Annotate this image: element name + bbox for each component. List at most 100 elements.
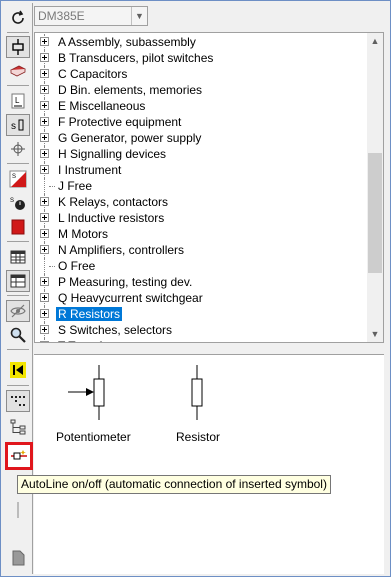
terminal-button[interactable]: s — [6, 114, 30, 136]
tree-item[interactable]: T Transformers — [35, 338, 368, 342]
book-icon — [10, 65, 26, 77]
tree-item[interactable]: H Signalling devices — [35, 146, 368, 162]
tree-item-label: S Switches, selectors — [58, 323, 173, 337]
potentiometer-label: Potentiometer — [56, 430, 131, 444]
tree-item[interactable]: I Instrument — [35, 162, 368, 178]
page-icon — [12, 550, 25, 566]
expand-plus-icon[interactable] — [40, 229, 49, 238]
tree-item[interactable]: Q Heavycurrent switchgear — [35, 290, 368, 306]
tree-item[interactable]: C Capacitors — [35, 66, 368, 82]
expand-plus-icon[interactable] — [40, 277, 49, 286]
expand-plus-icon[interactable] — [40, 53, 49, 62]
expand-plus-icon[interactable] — [40, 325, 49, 334]
database-select[interactable]: DM385E ▼ — [34, 6, 148, 26]
tree-item[interactable]: A Assembly, subassembly — [35, 34, 368, 50]
expand-plus-icon[interactable] — [40, 197, 49, 206]
list-view-button[interactable] — [6, 270, 30, 292]
expand-plus-icon[interactable] — [40, 85, 49, 94]
tree-item[interactable]: R Resistors — [35, 306, 368, 322]
tree-item-label: R Resistors — [56, 307, 123, 321]
tree-vertical-scrollbar[interactable]: ▲ ▼ — [367, 33, 383, 342]
tree-item[interactable]: J Free — [35, 178, 368, 194]
tree-item-label: A Assembly, subassembly — [58, 35, 196, 49]
symbol-clock-button[interactable]: S — [6, 192, 30, 214]
magnifier-icon — [10, 327, 26, 343]
hide-button[interactable] — [6, 300, 30, 322]
terminal-icon: s — [11, 119, 24, 132]
expand-plus-icon[interactable] — [40, 165, 49, 174]
tree-dots-button[interactable] — [6, 390, 30, 412]
expand-plus-icon[interactable] — [40, 341, 49, 342]
search-button[interactable] — [6, 324, 30, 346]
tree-item-label: C Capacitors — [58, 67, 128, 81]
library-book-button[interactable] — [6, 60, 30, 82]
svg-text:S: S — [12, 174, 16, 180]
expand-plus-icon[interactable] — [40, 149, 49, 158]
tree-item-label: B Transducers, pilot switches — [58, 51, 214, 65]
autoline-toggle-button[interactable] — [5, 442, 33, 470]
red-block-button[interactable] — [6, 216, 30, 238]
tree-item[interactable]: O Free — [35, 258, 368, 274]
expand-plus-icon[interactable] — [40, 117, 49, 126]
tree-item[interactable]: P Measuring, testing dev. — [35, 274, 368, 290]
scroll-thumb[interactable] — [368, 153, 382, 273]
autoline-tooltip: AutoLine on/off (automatic connection of… — [17, 475, 331, 494]
dots-tree-icon — [11, 396, 25, 406]
tree-item-label: M Motors — [58, 227, 109, 241]
symbol-preview-area: Potentiometer Resistor — [34, 354, 384, 574]
first-item-button[interactable] — [6, 359, 30, 381]
tree-item[interactable]: B Transducers, pilot switches — [35, 50, 368, 66]
expand-plus-icon[interactable] — [40, 101, 49, 110]
expand-plus-icon[interactable] — [40, 213, 49, 222]
potentiometer-symbol[interactable]: Potentiometer — [54, 363, 134, 453]
tree-item[interactable]: K Relays, contactors — [35, 194, 368, 210]
scroll-down-icon[interactable]: ▼ — [367, 326, 383, 342]
red-square-icon — [11, 219, 25, 235]
tree-item-label: J Free — [58, 179, 93, 193]
symbol-library-panel: L s S S DM385E ▼ A Assembly, subassembly… — [0, 0, 391, 577]
tree-item-label: T Transformers — [56, 339, 141, 342]
crosshair-button[interactable] — [6, 138, 30, 160]
tree-item-label: K Relays, contactors — [58, 195, 169, 209]
tree-item-label: P Measuring, testing dev. — [58, 275, 193, 289]
expand-plus-icon[interactable] — [40, 133, 49, 142]
red-triangle-icon: S — [9, 170, 27, 188]
tree-item[interactable]: D Bin. elements, memories — [35, 82, 368, 98]
expand-plus-icon[interactable] — [40, 69, 49, 78]
symbol-insert-icon — [12, 39, 24, 55]
expand-plus-icon[interactable] — [40, 309, 49, 318]
tree-list: A Assembly, subassembly B Transducers, pi… — [35, 34, 368, 342]
resistor-symbol[interactable]: Resistor — [172, 363, 242, 453]
grid-icon — [10, 274, 26, 288]
label-l-icon: L — [11, 93, 25, 109]
table-view-button[interactable] — [6, 246, 30, 268]
crosshair-icon — [11, 142, 25, 156]
expand-plus-icon[interactable] — [40, 293, 49, 302]
refresh-icon — [12, 10, 24, 24]
expand-plus-icon[interactable] — [40, 245, 49, 254]
label-button[interactable]: L — [6, 90, 30, 112]
eye-slash-icon — [10, 304, 26, 318]
symbol-tree[interactable]: A Assembly, subassembly B Transducers, pi… — [34, 32, 384, 343]
insert-symbol-button[interactable] — [6, 36, 30, 58]
svg-text:S: S — [10, 198, 14, 204]
scroll-up-icon[interactable]: ▲ — [367, 33, 383, 49]
tree-item[interactable]: L Inductive resistors — [35, 210, 368, 226]
panel-splitter[interactable] — [34, 345, 384, 353]
tree-item[interactable]: G Generator, power supply — [35, 130, 368, 146]
symbol-color-button[interactable]: S — [6, 168, 30, 190]
tree-item[interactable]: E Miscellaneous — [35, 98, 368, 114]
chevron-down-icon[interactable]: ▼ — [131, 7, 147, 25]
tree-item-label: G Generator, power supply — [58, 131, 202, 145]
refresh-button[interactable] — [6, 7, 30, 29]
tree-item[interactable]: M Motors — [35, 226, 368, 242]
page-button[interactable] — [6, 547, 30, 569]
resistor-symbol-icon — [191, 365, 203, 420]
tree-item[interactable]: N Amplifiers, controllers — [35, 242, 368, 258]
tree-item[interactable]: F Protective equipment — [35, 114, 368, 130]
expand-plus-icon[interactable] — [40, 37, 49, 46]
tree-item[interactable]: S Switches, selectors — [35, 322, 368, 338]
line-button[interactable] — [6, 499, 30, 521]
tree-item-label: D Bin. elements, memories — [58, 83, 203, 97]
structure-button[interactable] — [6, 416, 30, 438]
